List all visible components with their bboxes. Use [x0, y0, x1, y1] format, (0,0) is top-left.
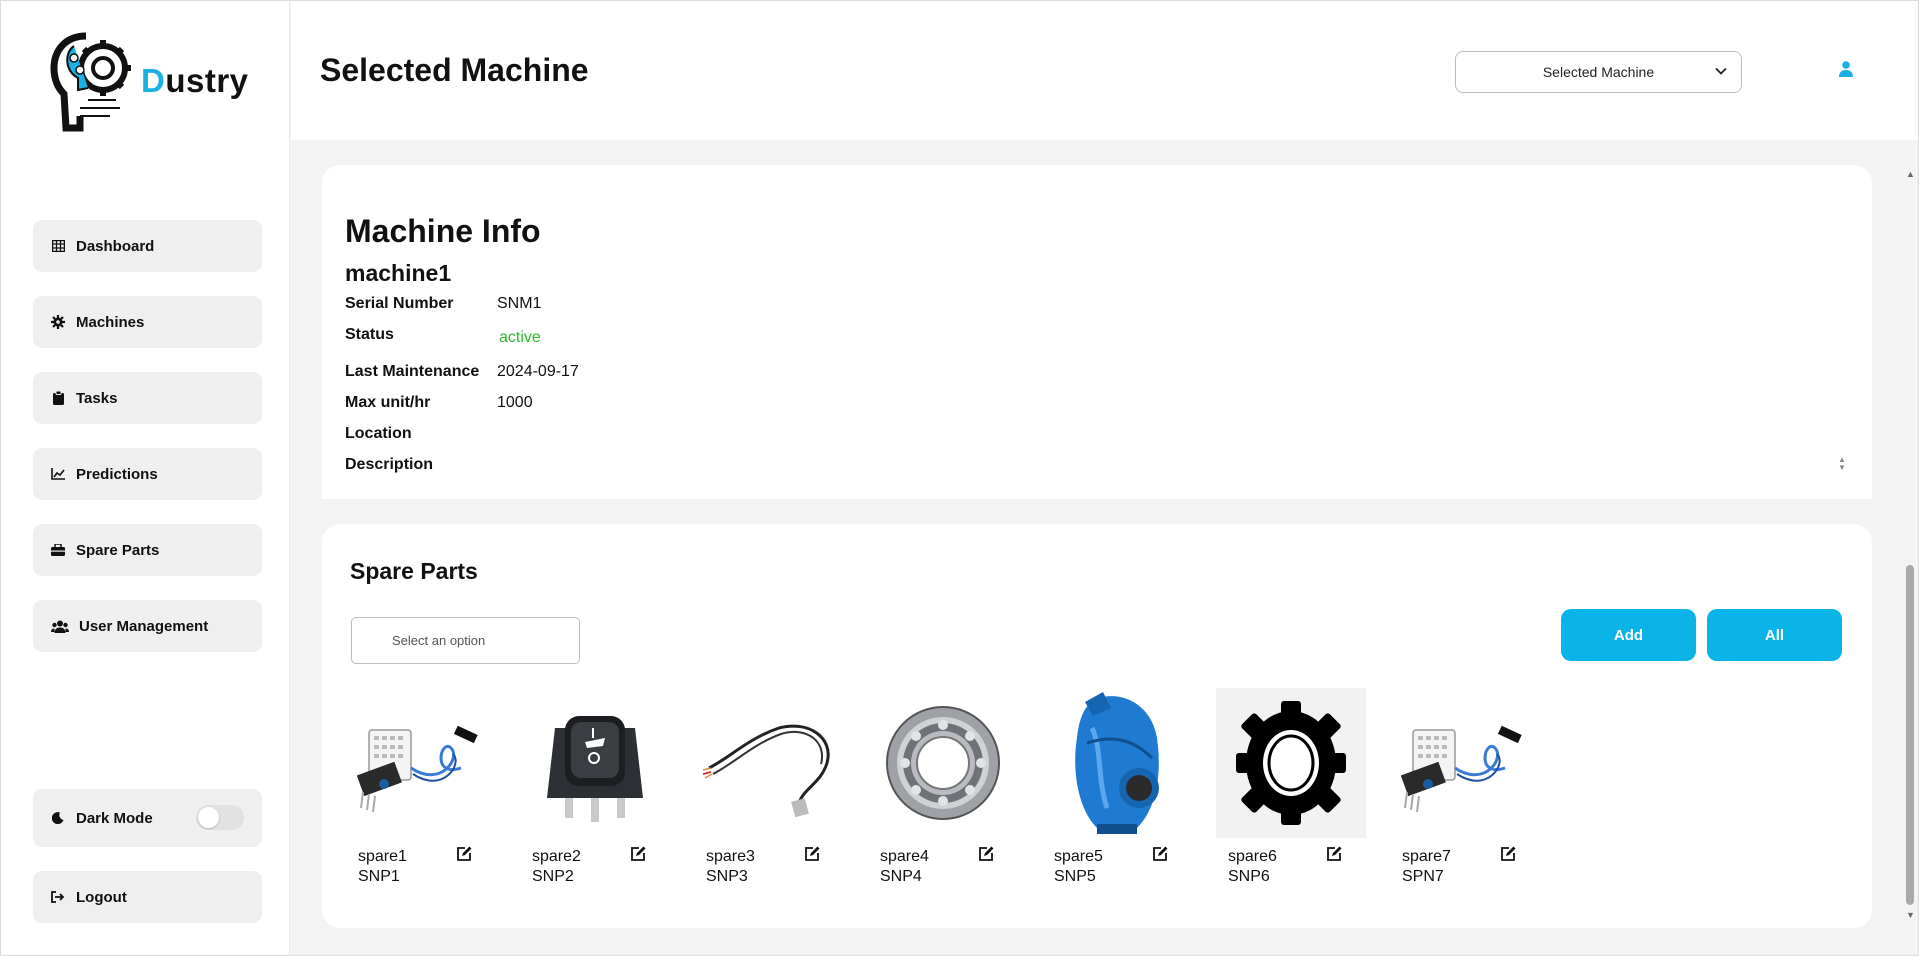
sidebar-item-label: Dashboard — [76, 237, 155, 255]
users-icon — [50, 618, 69, 634]
sidebar-item-label: User Management — [79, 617, 209, 635]
spare-part-name: spare5 — [1054, 848, 1103, 865]
spare-part-card[interactable]: spare7 SPN7 — [1390, 688, 1540, 898]
machine-select[interactable]: Selected Machine — [1455, 51, 1742, 93]
spare-part-serial: SNP6 — [1228, 868, 1270, 885]
max-unit-label: Max unit/hr — [345, 394, 431, 411]
edit-icon[interactable] — [630, 846, 646, 867]
machine-select-value: Selected Machine — [1542, 64, 1655, 80]
gear-icon — [50, 314, 66, 330]
brand-name: Dustry — [141, 62, 249, 99]
machine-info-title: Machine Info — [345, 213, 541, 249]
sidebar-item-dashboard[interactable]: Dashboard — [33, 220, 262, 272]
status-label: Status — [345, 326, 394, 343]
description-resize-arrows[interactable]: ▲ ▼ — [1837, 456, 1847, 472]
table-icon — [50, 238, 66, 254]
machine-name: machine1 — [345, 260, 452, 286]
edit-icon[interactable] — [978, 846, 994, 867]
spare-part-serial: SNP5 — [1054, 868, 1096, 885]
dark-mode-label: Dark Mode — [76, 809, 153, 827]
spare-part-name: spare1 — [358, 848, 407, 865]
location-label: Location — [345, 425, 412, 442]
serial-number-label: Serial Number — [345, 295, 454, 312]
page-scrollbar[interactable]: ▲ ▼ — [1901, 165, 1919, 929]
moon-icon — [50, 810, 66, 826]
spare-part-serial: SNP4 — [880, 868, 922, 885]
spare-part-name: spare6 — [1228, 848, 1277, 865]
spare-part-card[interactable]: spare2 SNP2 — [520, 688, 670, 898]
clipboard-icon — [50, 390, 66, 406]
sidebar-item-spare-parts[interactable]: Spare Parts — [33, 524, 262, 576]
add-button[interactable]: Add — [1561, 609, 1696, 661]
sidebar-item-predictions[interactable]: Predictions — [33, 448, 262, 500]
sidebar-item-label: Predictions — [76, 465, 158, 483]
top-header: Selected Machine Selected Machine — [291, 0, 1919, 140]
spare-part-image — [1042, 688, 1192, 838]
sidebar-item-label: Spare Parts — [76, 541, 160, 559]
scroll-down-arrow-icon[interactable]: ▼ — [1906, 910, 1915, 920]
spare-part-card[interactable]: spare3 SNP3 — [694, 688, 844, 898]
spare-part-name: spare7 — [1402, 848, 1451, 865]
edit-icon[interactable] — [1500, 846, 1516, 867]
machine-info-card: Machine Info machine1 Serial Number SNM1… — [322, 165, 1872, 499]
edit-icon[interactable] — [1326, 846, 1342, 867]
sidebar-item-label: Tasks — [76, 389, 118, 407]
user-icon[interactable] — [1839, 61, 1853, 82]
toggle-knob — [198, 807, 219, 828]
spare-part-image — [1390, 688, 1540, 838]
brain-gear-logo-icon — [50, 32, 131, 132]
spare-part-serial: SPN7 — [1402, 868, 1444, 885]
description-label: Description — [345, 456, 434, 473]
dark-mode-row: Dark Mode — [33, 789, 262, 847]
scroll-up-arrow-icon[interactable]: ▲ — [1906, 169, 1915, 179]
spare-part-serial: SNP2 — [532, 868, 574, 885]
sidebar-item-label: Machines — [76, 313, 145, 331]
sidebar-item-machines[interactable]: Machines — [33, 296, 262, 348]
spare-parts-card: Spare Parts Select an option Add All spa… — [322, 524, 1872, 928]
brand-logo[interactable]: Dustry — [48, 28, 248, 138]
line-chart-icon — [50, 466, 66, 482]
page-title: Selected Machine — [320, 52, 589, 88]
spare-part-card[interactable]: spare1 SNP1 — [346, 688, 496, 898]
spare-part-select-placeholder: Select an option — [392, 633, 486, 648]
edit-icon[interactable] — [1152, 846, 1168, 867]
spare-part-card[interactable]: spare4 SNP4 — [868, 688, 1018, 898]
scrollbar-thumb[interactable] — [1906, 565, 1914, 905]
spare-part-card[interactable]: spare5 SNP5 — [1042, 688, 1192, 898]
dark-mode-toggle[interactable] — [196, 805, 244, 830]
logout-label: Logout — [76, 888, 127, 906]
spare-part-image — [694, 688, 844, 838]
serial-number-value: SNM1 — [497, 295, 542, 312]
sidebar-item-tasks[interactable]: Tasks — [33, 372, 262, 424]
spare-part-image — [1216, 688, 1366, 838]
spare-part-image — [520, 688, 670, 838]
last-maintenance-label: Last Maintenance — [345, 363, 480, 380]
spare-part-name: spare2 — [532, 848, 581, 865]
sidebar: Dustry Dashboard Machines Tasks Predicti… — [0, 0, 290, 956]
toolbox-icon — [50, 542, 66, 558]
spare-parts-title: Spare Parts — [350, 558, 478, 584]
spare-part-name: spare3 — [706, 848, 755, 865]
sidebar-item-user-management[interactable]: User Management — [33, 600, 262, 652]
max-unit-value: 1000 — [497, 394, 533, 411]
chevron-down-icon — [1715, 63, 1727, 79]
spare-part-image — [346, 688, 496, 838]
spare-part-image — [868, 688, 1018, 838]
spare-part-name: spare4 — [880, 848, 929, 865]
spare-part-serial: SNP3 — [706, 868, 748, 885]
edit-icon[interactable] — [804, 846, 820, 867]
sign-out-icon — [50, 889, 66, 905]
edit-icon[interactable] — [456, 846, 472, 867]
all-button[interactable]: All — [1707, 609, 1842, 661]
last-maintenance-value: 2024-09-17 — [497, 363, 579, 380]
spare-part-select[interactable]: Select an option — [351, 617, 580, 664]
status-value: active — [499, 329, 541, 346]
spare-part-card[interactable]: spare6 SNP6 — [1216, 688, 1366, 898]
logout-button[interactable]: Logout — [33, 871, 262, 923]
spare-part-serial: SNP1 — [358, 868, 400, 885]
